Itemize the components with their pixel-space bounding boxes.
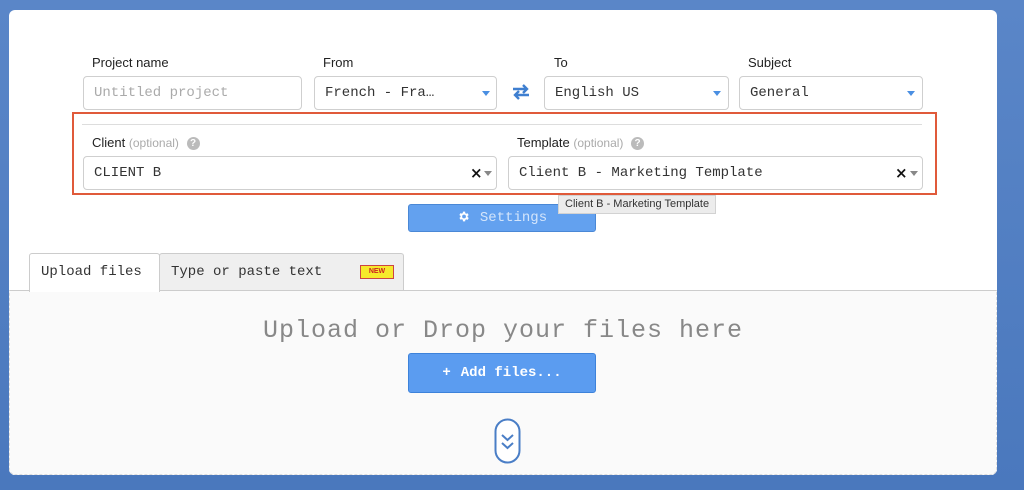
subject-select[interactable]: General (739, 76, 923, 110)
chevron-down-icon (482, 91, 490, 96)
plus-icon: + (442, 365, 451, 381)
tab-type-or-paste-text-label: Type or paste text (171, 264, 323, 280)
dropzone-title: Upload or Drop your files here (262, 316, 744, 345)
add-files-button[interactable]: + Add files... (408, 353, 596, 393)
chevron-down-icon (713, 91, 721, 96)
swap-languages-icon[interactable] (511, 83, 531, 101)
to-label: To (554, 55, 568, 70)
to-language-select[interactable]: English US (544, 76, 729, 110)
from-language-select[interactable]: French - Fra… (314, 76, 497, 110)
from-language-value: French - Fra… (325, 85, 435, 101)
subject-label: Subject (748, 55, 792, 70)
chevron-down-icon (907, 91, 915, 96)
tab-upload-files-label: Upload files (41, 264, 142, 280)
add-files-label: Add files... (460, 365, 562, 381)
project-name-input[interactable] (83, 76, 302, 110)
project-name-label: Project name (92, 55, 169, 70)
subject-value: General (750, 85, 809, 101)
client-template-highlight (72, 112, 937, 195)
new-badge: NEW (360, 265, 394, 279)
template-tooltip: Client B - Marketing Template (558, 195, 717, 214)
gear-icon (459, 211, 469, 222)
scroll-down-icon[interactable] (494, 418, 521, 464)
to-language-value: English US (555, 85, 640, 101)
settings-label: Settings (479, 210, 548, 226)
from-label: From (323, 55, 354, 70)
tab-upload-files[interactable]: Upload files (29, 253, 160, 292)
